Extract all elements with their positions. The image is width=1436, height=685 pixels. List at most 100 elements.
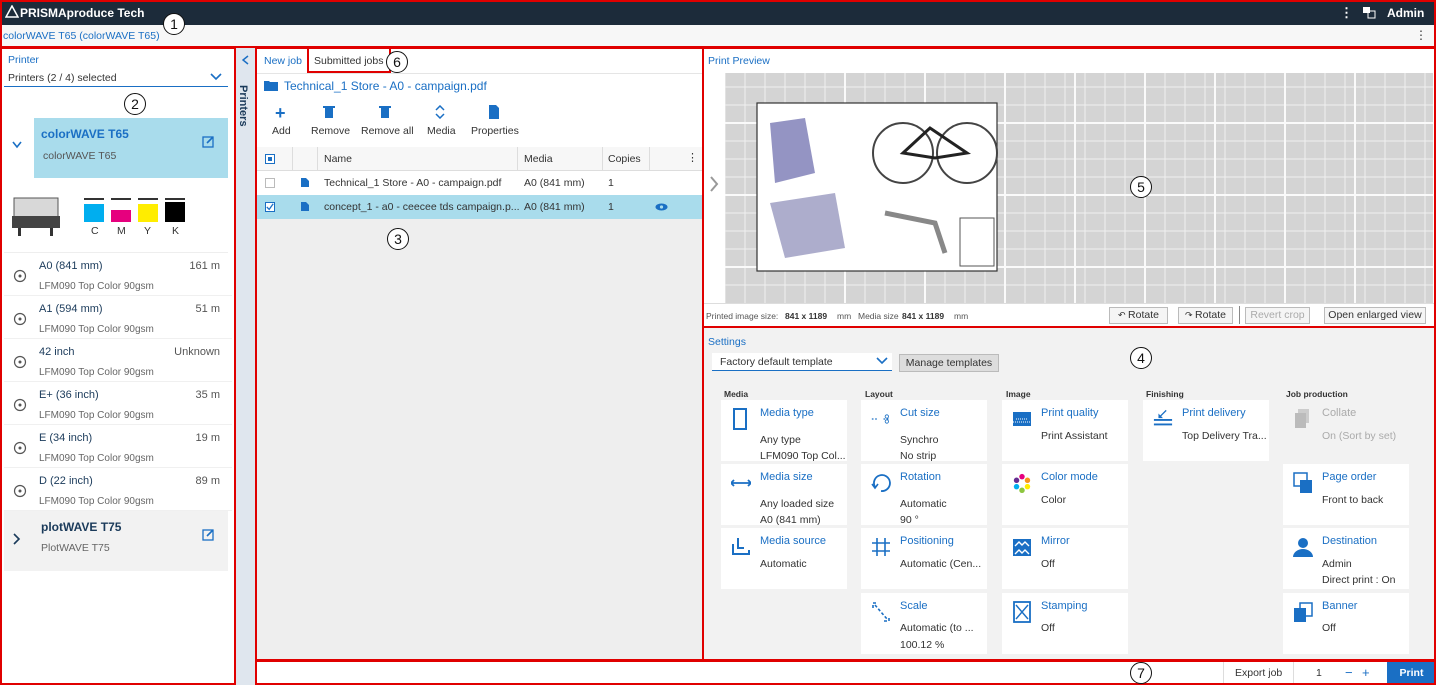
setting-rotation[interactable]: Rotation Automatic 90 ° (861, 464, 987, 526)
roll-icon (13, 484, 27, 498)
banner-icon (1294, 602, 1313, 622)
language-icon[interactable] (1362, 6, 1376, 19)
tab-new-job[interactable]: New job (264, 55, 302, 67)
setting-scale[interactable]: Scale Automatic (to ... 100.12 % (861, 593, 987, 654)
remove-button[interactable]: Remove (311, 125, 350, 137)
media-type: LFM090 Top Color 90gsm (39, 367, 154, 378)
app-logo-icon (5, 5, 19, 18)
setting-page-order[interactable]: Page order Front to back (1283, 464, 1409, 525)
setting-collate: Collate On (Sort by set) (1283, 400, 1409, 461)
ink-label-y: Y (144, 225, 152, 237)
callout-5: 5 (1130, 176, 1152, 198)
setting-print-delivery[interactable]: Print delivery Top Delivery Tra... (1143, 400, 1269, 461)
properties-button[interactable]: Properties (471, 125, 519, 137)
rotate-right-button[interactable]: ↷ Rotate (1178, 307, 1233, 324)
column-name[interactable]: Name (324, 153, 352, 165)
callout-6: 6 (386, 51, 408, 73)
device-title: colorWAVE T65 (colorWAVE T65) (3, 30, 160, 42)
roll-icon (13, 398, 27, 412)
media-type: LFM090 Top Color 90gsm (39, 410, 154, 421)
media-sort-icon[interactable] (435, 105, 445, 119)
setting-positioning[interactable]: Positioning Automatic (Cen... (861, 528, 987, 589)
setting-banner[interactable]: Banner Off (1283, 593, 1409, 654)
job-copies: 1 (608, 177, 614, 189)
media-roll[interactable]: A1 (594 mm) 51 m LFM090 Top Color 90gsm (4, 296, 232, 339)
setting-color-mode[interactable]: Color mode Color (1002, 464, 1128, 525)
preview-canvas[interactable] (705, 73, 1433, 303)
printer-item-colorwave[interactable]: colorWAVE T65 colorWAVE T65 (4, 118, 228, 178)
user-name[interactable]: Admin (1387, 6, 1424, 20)
increment-button[interactable]: + (1362, 665, 1370, 680)
template-select[interactable]: Factory default template (712, 353, 892, 371)
edit-icon[interactable] (202, 528, 215, 541)
device-menu-icon[interactable]: ⋮ (1415, 28, 1427, 42)
print-button[interactable]: Print (1387, 662, 1436, 685)
export-job-button[interactable]: Export job (1235, 667, 1282, 679)
setting-destination[interactable]: Destination Admin Direct print : On (1283, 528, 1409, 589)
add-button[interactable]: Add (272, 125, 291, 137)
roll-icon (13, 269, 27, 283)
job-copies: 1 (608, 201, 614, 213)
trash-all-icon[interactable] (379, 105, 391, 119)
media-roll[interactable]: A0 (841 mm) 161 m LFM090 Top Color 90gsm (4, 253, 232, 296)
media-type-icon (733, 408, 747, 430)
edit-icon[interactable] (202, 135, 215, 148)
media-type: LFM090 Top Color 90gsm (39, 281, 154, 292)
chevron-right-icon[interactable] (13, 533, 21, 545)
ink-y (138, 198, 158, 222)
media-roll[interactable]: 42 inch Unknown LFM090 Top Color 90gsm (4, 339, 232, 382)
rotation-icon (871, 474, 891, 492)
media-remaining: 89 m (195, 475, 220, 487)
select-all-checkbox[interactable] (265, 154, 275, 164)
add-icon[interactable]: + (275, 103, 286, 124)
table-row[interactable]: concept_1 - a0 - ceecee tds campaign.p..… (256, 195, 703, 219)
printer-model: PlotWAVE T75 (41, 542, 110, 554)
media-size-icon (731, 479, 751, 487)
media-roll[interactable]: E (34 inch) 19 m LFM090 Top Color 90gsm (4, 425, 232, 468)
printed-size-value: 841 x 1189 (785, 311, 828, 321)
rotate-left-button[interactable]: ↶ Rotate (1109, 307, 1168, 324)
media-remaining: 51 m (195, 303, 220, 315)
setting-cut-size[interactable]: Cut size Synchro No strip (861, 400, 987, 462)
setting-print-quality[interactable]: Print quality Print Assistant (1002, 400, 1128, 461)
remove-all-button[interactable]: Remove all (361, 125, 414, 137)
setting-media-source[interactable]: Media source Automatic (721, 528, 847, 589)
column-menu-icon[interactable]: ⋮ (687, 151, 698, 164)
setting-media-type[interactable]: Media type Any type LFM090 Top Col... (721, 400, 847, 462)
ink-label-m: M (117, 225, 126, 237)
collapse-icon[interactable] (242, 55, 249, 65)
tab-submitted-jobs[interactable]: Submitted jobs (314, 55, 383, 67)
pdf-file-icon (301, 202, 309, 211)
copies-input[interactable]: 1 (1316, 667, 1322, 679)
more-menu-icon[interactable]: ⋮ (1340, 5, 1353, 21)
media-roll[interactable]: D (22 inch) 89 m LFM090 Top Color 90gsm (4, 468, 232, 511)
column-media[interactable]: Media (524, 153, 553, 165)
table-header: Name Media Copies ⋮ (256, 147, 703, 171)
device-bar: colorWAVE T65 (colorWAVE T65) ⋮ (0, 25, 1436, 47)
printers-side-tab[interactable]: Printers (234, 47, 256, 685)
setting-media-size[interactable]: Media size Any loaded size A0 (841 mm) (721, 464, 847, 526)
chevron-down-icon[interactable] (12, 141, 22, 149)
eye-icon[interactable] (655, 203, 668, 211)
print-quality-icon (1013, 412, 1031, 426)
column-copies[interactable]: Copies (608, 153, 641, 165)
media-button[interactable]: Media (427, 125, 456, 137)
properties-icon[interactable] (488, 105, 500, 119)
revert-crop-button[interactable]: Revert crop (1245, 307, 1310, 324)
row-checkbox[interactable] (265, 202, 275, 212)
media-roll[interactable]: E+ (36 inch) 35 m LFM090 Top Color 90gsm (4, 382, 232, 425)
template-value: Factory default template (720, 356, 833, 368)
setting-stamping[interactable]: Stamping Off (1002, 593, 1128, 654)
row-checkbox[interactable] (265, 178, 275, 188)
manage-templates-button[interactable]: Manage templates (899, 354, 999, 372)
media-remaining: 19 m (195, 432, 220, 444)
trash-icon[interactable] (323, 105, 335, 119)
decrement-button[interactable]: − (1345, 665, 1353, 680)
printer-item-plotwave[interactable]: plotWAVE T75 PlotWAVE T75 (4, 511, 228, 571)
printer-selector[interactable]: Printers (2 / 4) selected (4, 69, 228, 87)
ink-label-k: K (172, 225, 180, 237)
setting-mirror[interactable]: Mirror Off (1002, 528, 1128, 589)
stamping-icon (1013, 601, 1031, 623)
open-enlarged-view-button[interactable]: Open enlarged view (1324, 307, 1426, 324)
table-row[interactable]: Technical_1 Store - A0 - campaign.pdf A0… (256, 171, 703, 195)
